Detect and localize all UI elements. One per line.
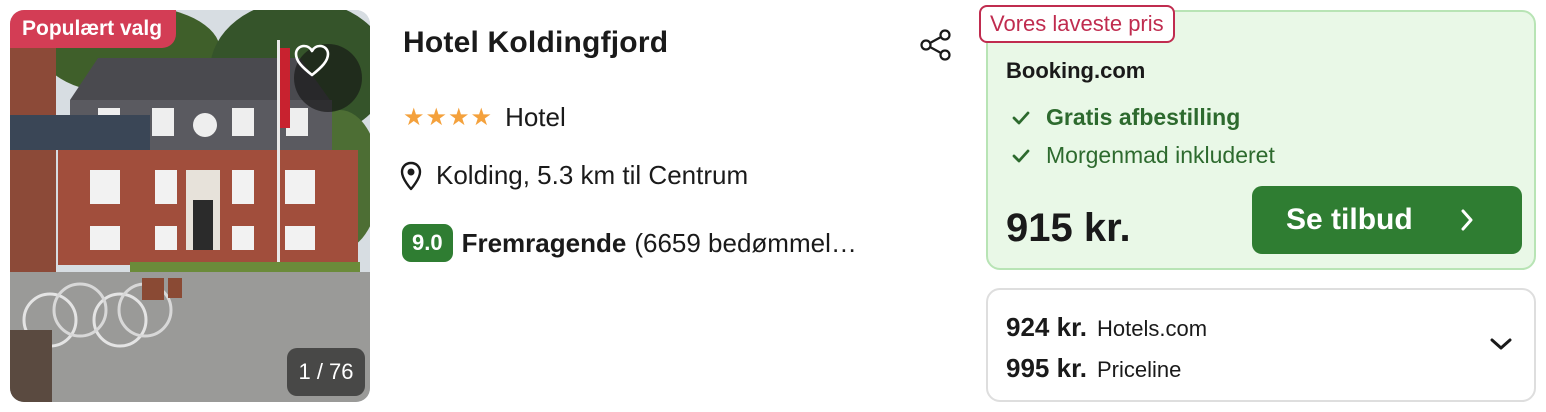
hotel-class-row: ★★★★ Hotel (403, 102, 566, 133)
hotel-type: Hotel (505, 102, 566, 132)
heart-icon (294, 44, 330, 77)
offer-price: 924 kr. (1006, 312, 1087, 342)
review-count: (6659 bedømmel… (634, 227, 857, 258)
star-rating: ★★★★ (403, 104, 494, 131)
offer-row: 995 kr. Priceline (1006, 353, 1181, 384)
rating-score-badge: 9.0 (402, 224, 453, 262)
see-deal-button[interactable]: Se tilbud (1252, 186, 1522, 254)
offer-provider: Hotels.com (1096, 316, 1208, 341)
deal-provider: Booking.com (1006, 58, 1146, 83)
see-deal-label: Se tilbud (1286, 203, 1413, 236)
checkmark-icon (1012, 149, 1030, 162)
lowest-price-badge: Vores laveste pris (979, 5, 1175, 43)
offer-price: 995 kr. (1006, 353, 1087, 383)
chevron-down-icon[interactable] (1490, 337, 1512, 351)
hotel-name[interactable]: Hotel Koldingfjord (403, 26, 668, 60)
popular-choice-badge: Populært valg (10, 10, 177, 48)
perk-label: Morgenmad inkluderet (1046, 142, 1275, 168)
favorite-button[interactable] (294, 44, 362, 112)
hotel-photo[interactable]: Populært valg 1 / 76 (10, 10, 370, 402)
perk-label: Gratis afbestilling (1046, 104, 1241, 130)
offer-provider: Priceline (1096, 357, 1182, 382)
location-pin-icon (400, 161, 422, 190)
location-text: Kolding, 5.3 km til Centrum (436, 160, 749, 190)
best-deal-card[interactable]: Booking.com Gratis afbestilling Morgenma… (986, 10, 1536, 270)
share-icon (920, 29, 951, 61)
perk-breakfast-included: Morgenmad inkluderet (1012, 142, 1275, 169)
perk-free-cancellation: Gratis afbestilling (1012, 104, 1240, 131)
chevron-right-icon (1461, 209, 1473, 231)
checkmark-icon (1012, 111, 1030, 124)
deal-price: 915 kr. (1006, 206, 1131, 250)
rating-label: Fremragende (461, 227, 627, 258)
rating-row[interactable]: 9.0 Fremragende (6659 bedømmel… (402, 224, 857, 262)
share-button[interactable] (918, 28, 954, 67)
other-offers-card[interactable]: 924 kr. Hotels.com 995 kr. Priceline (986, 288, 1536, 402)
offer-row: 924 kr. Hotels.com (1006, 312, 1207, 343)
location-row: Kolding, 5.3 km til Centrum (400, 160, 748, 191)
photo-counter: 1 / 76 (287, 348, 365, 396)
